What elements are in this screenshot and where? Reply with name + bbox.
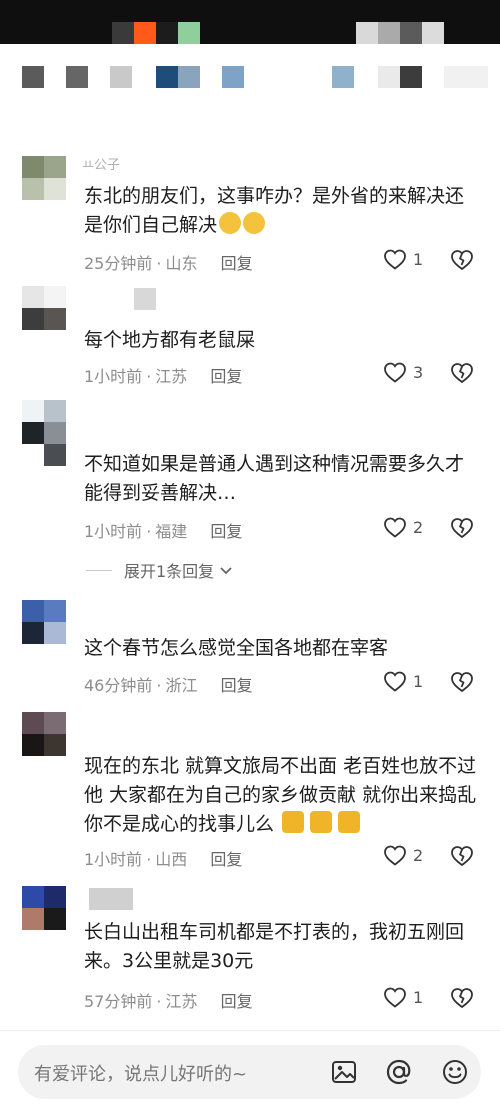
status-bar — [0, 0, 500, 44]
heart-outline-icon — [384, 987, 406, 1008]
broken-heart-icon[interactable] — [450, 986, 474, 1010]
reply-button[interactable]: 回复 — [210, 522, 242, 541]
avatar[interactable] — [22, 712, 66, 756]
username[interactable]: ㅛ公子 — [82, 154, 120, 176]
reply-button[interactable]: 回复 — [221, 676, 253, 695]
laughing-emoji-icon — [219, 212, 242, 234]
username[interactable] — [134, 288, 156, 310]
comment-input[interactable]: 有爱评论，说点儿好听的~ — [18, 1045, 481, 1099]
comment-location: 山西 — [155, 850, 188, 869]
image-icon[interactable] — [329, 1057, 359, 1087]
expand-replies-button[interactable]: 展开1条回复 — [86, 558, 234, 582]
comment-item: 这个春节怎么感觉全国各地都在宰客 46分钟前 · 浙江 回复 1 — [0, 598, 500, 703]
like-button[interactable]: 1 — [383, 248, 423, 270]
heart-outline-icon — [384, 517, 406, 538]
avatar[interactable] — [22, 600, 66, 644]
avatar[interactable] — [22, 886, 66, 930]
heart-outline-icon — [384, 845, 406, 866]
heart-outline-icon — [384, 249, 406, 270]
comment-item: 每个地方都有老鼠屎 1小时前 · 江苏 回复 3 — [0, 286, 500, 396]
comment-item: 现在的东北 就算文旅局不出面 老百姓也放不过他 大家都在为自己的家乡做贡献 就你… — [0, 710, 500, 880]
at-icon[interactable] — [384, 1057, 414, 1087]
username[interactable] — [89, 888, 133, 910]
comment-text: 东北的朋友们，这事咋办？是外省的来解决还是你们自己解决 — [84, 185, 465, 236]
cat-emoji-icon — [338, 811, 361, 833]
chevron-down-icon — [220, 567, 232, 575]
comment-location: 福建 — [155, 522, 188, 541]
laughing-emoji-icon — [243, 212, 266, 234]
cat-emoji-icon — [282, 811, 305, 833]
like-count: 1 — [413, 987, 424, 1007]
comment-time: 1小时前 — [84, 850, 143, 869]
reply-button[interactable]: 回复 — [221, 992, 253, 1011]
comment-location: 浙江 — [165, 676, 198, 695]
comment-time: 1小时前 — [84, 522, 143, 541]
reply-button[interactable]: 回复 — [210, 850, 242, 869]
comment-location: 江苏 — [165, 992, 198, 1011]
comment-time: 57分钟前 — [84, 992, 153, 1011]
heart-outline-icon — [384, 671, 406, 692]
broken-heart-icon[interactable] — [450, 516, 474, 540]
like-count: 3 — [413, 362, 424, 382]
avatar[interactable] — [22, 286, 66, 330]
comment-text: 长白山出租车司机都是不打表的，我初五刚回来。3公里就是30元 — [84, 921, 465, 972]
smiley-icon[interactable] — [440, 1057, 470, 1087]
like-count: 2 — [413, 517, 424, 537]
comment-text: 现在的东北 就算文旅局不出面 老百姓也放不过他 大家都在为自己的家乡做贡献 就你… — [84, 755, 477, 835]
like-count: 1 — [413, 671, 424, 691]
broken-heart-icon[interactable] — [450, 248, 474, 272]
like-button[interactable]: 2 — [383, 516, 423, 538]
comment-time: 25分钟前 — [84, 254, 153, 273]
comment-item: ㅛ公子 东北的朋友们，这事咋办？是外省的来解决还是你们自己解决 25分钟前 · 山东… — [0, 150, 500, 280]
comment-input-bar: 有爱评论，说点儿好听的~ — [0, 1030, 500, 1112]
heart-outline-icon — [384, 362, 406, 383]
comment-text: 每个地方都有老鼠屎 — [84, 329, 256, 351]
avatar[interactable] — [22, 400, 66, 466]
top-navigation-bar — [0, 44, 500, 114]
comment-location: 江苏 — [155, 367, 188, 386]
like-button[interactable]: 1 — [383, 670, 423, 692]
comment-meta: 1小时前 · 山西 回复 — [84, 850, 243, 869]
comment-meta: 25分钟前 · 山东 回复 — [84, 254, 253, 273]
broken-heart-icon[interactable] — [450, 361, 474, 385]
cat-emoji-icon — [310, 811, 333, 833]
reply-button[interactable]: 回复 — [221, 254, 253, 273]
like-count: 2 — [413, 845, 424, 865]
expand-replies-label: 展开1条回复 — [124, 562, 215, 581]
comment-meta: 1小时前 · 江苏 回复 — [84, 367, 243, 386]
comment-time: 46分钟前 — [84, 676, 153, 695]
broken-heart-icon[interactable] — [450, 670, 474, 694]
comment-input-placeholder: 有爱评论，说点儿好听的~ — [34, 1064, 248, 1085]
like-button[interactable]: 3 — [383, 361, 423, 383]
comment-time: 1小时前 — [84, 367, 143, 386]
comment-meta: 1小时前 · 福建 回复 — [84, 522, 243, 541]
comment-meta: 57分钟前 · 江苏 回复 — [84, 992, 253, 1011]
comment-item: 不知道如果是普通人遇到这种情况需要多久才能得到妥善解决… 1小时前 · 福建 回复 … — [0, 398, 500, 588]
like-button[interactable]: 1 — [383, 986, 423, 1008]
comment-item: 长白山出租车司机都是不打表的，我初五刚回来。3公里就是30元 57分钟前 · 江苏 … — [0, 884, 500, 1019]
comment-text: 不知道如果是普通人遇到这种情况需要多久才能得到妥善解决… — [84, 453, 465, 504]
comment-text: 这个春节怎么感觉全国各地都在宰客 — [84, 637, 389, 659]
broken-heart-icon[interactable] — [450, 844, 474, 868]
like-count: 1 — [413, 249, 424, 269]
avatar[interactable] — [22, 156, 66, 200]
comment-location: 山东 — [165, 254, 198, 273]
like-button[interactable]: 2 — [383, 844, 423, 866]
reply-button[interactable]: 回复 — [210, 367, 242, 386]
comment-meta: 46分钟前 · 浙江 回复 — [84, 676, 253, 695]
